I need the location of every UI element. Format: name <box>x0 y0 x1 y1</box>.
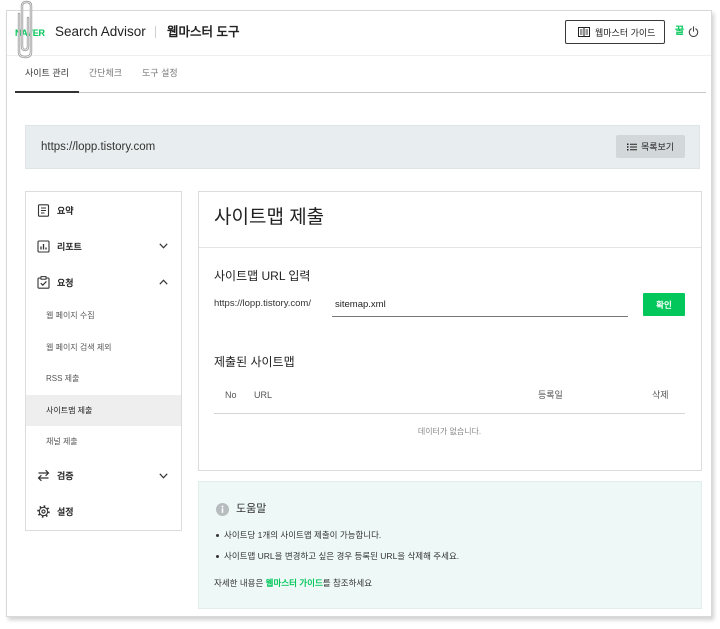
confirm-button[interactable]: 확인 <box>643 293 685 316</box>
help-footer-prefix: 자세한 내용은 <box>214 578 266 588</box>
column-header-url: URL <box>254 390 273 400</box>
user-badge[interactable]: 꿀 <box>675 26 684 37</box>
column-header-no: No <box>225 390 237 400</box>
column-header-registered-date: 등록일 <box>538 390 563 400</box>
tab-tool-settings[interactable]: 도구 설정 <box>132 59 188 93</box>
chart-icon <box>37 239 50 253</box>
site-bar: https://lopp.tistory.com 목록보기 <box>25 125 700 169</box>
site-url: https://lopp.tistory.com <box>41 141 156 153</box>
sidebar-subitem-channel-submit[interactable]: 채널 제출 <box>26 426 181 458</box>
help-footer-suffix: 를 참조하세요 <box>322 578 373 588</box>
info-icon <box>216 503 229 516</box>
column-header-delete: 삭제 <box>652 390 669 400</box>
tab-bar: 사이트 관리 간단체크 도구 설정 <box>15 59 188 93</box>
sitemap-url-section-title: 사이트맵 URL 입력 <box>214 269 311 283</box>
sidebar-item-summary[interactable]: 요약 <box>26 192 181 228</box>
guide-button-label: 웹마스터 가이드 <box>595 27 656 38</box>
sitemap-url-prefix: https://lopp.tistory.com/ <box>214 298 311 309</box>
help-footer: 자세한 내용은 웹마스터 가이드를 참조하세요 <box>214 577 372 590</box>
list-icon <box>626 143 637 151</box>
sidebar-subitem-rss-submit[interactable]: RSS 제출 <box>26 363 181 395</box>
sidebar-item-label: 설정 <box>57 507 74 517</box>
sidebar-subitem-sitemap-submit[interactable]: 사이트맵 제출 <box>26 394 181 426</box>
chevron-up-icon[interactable] <box>159 279 168 285</box>
help-bullet: 사이트맵 URL을 변경하고 싶은 경우 등록된 URL을 삭제해 주세요. <box>216 546 459 567</box>
sidebar-item-settings[interactable]: 설정 <box>26 494 181 530</box>
header-divider <box>155 26 156 38</box>
tab-site-management[interactable]: 사이트 관리 <box>15 59 79 93</box>
webmaster-guide-link[interactable]: 웹마스터 가이드 <box>266 578 323 588</box>
sidebar-item-label: 요약 <box>57 205 74 216</box>
chevron-down-icon[interactable] <box>159 243 168 249</box>
page-title: 사이트맵 제출 <box>214 207 325 228</box>
sidebar-item-request[interactable]: 요청 <box>26 264 181 300</box>
help-title: 도움말 <box>236 503 267 515</box>
webmaster-guide-button[interactable]: 웹마스터 가이드 <box>565 20 665 44</box>
checklist-icon <box>37 275 50 289</box>
power-icon[interactable] <box>688 26 699 37</box>
chevron-down-icon[interactable] <box>159 472 168 479</box>
help-panel: 도움말 사이트당 1개의 사이트맵 제출이 가능합니다. 사이트맵 URL을 변… <box>198 481 702 609</box>
book-icon <box>578 27 590 37</box>
table-empty-message: 데이터가 없습니다. <box>417 427 482 436</box>
gear-icon <box>37 505 50 518</box>
sidebar-item-report[interactable]: 리포트 <box>26 228 181 264</box>
document-icon <box>37 203 50 217</box>
arrows-icon <box>37 469 50 482</box>
sidebar-subitem-web-page-exclude[interactable]: 웹 페이지 검색 제외 <box>26 332 181 364</box>
sidebar-item-label: 리포트 <box>57 241 82 252</box>
sidebar: 요약 리포트 요청 웹 페이지 수집 웹 페이지 검색 제외 RSS 제출 사이… <box>25 191 182 531</box>
sitemap-url-input[interactable] <box>332 293 628 317</box>
list-button-label: 목록보기 <box>640 142 675 152</box>
tool-name: 웹마스터 도구 <box>167 25 240 39</box>
sitemap-submit-panel: 사이트맵 제출 사이트맵 URL 입력 https://lopp.tistory… <box>198 191 702 471</box>
title-divider <box>199 247 701 248</box>
help-bullet: 사이트당 1개의 사이트맵 제출이 가능합니다. <box>216 525 459 546</box>
tab-quick-check[interactable]: 간단체크 <box>79 59 132 93</box>
site-list-button[interactable]: 목록보기 <box>616 135 685 158</box>
submitted-sitemaps-title: 제출된 사이트맵 <box>214 355 295 369</box>
paper-clip-icon <box>12 0 40 60</box>
sidebar-item-label: 요청 <box>57 277 74 288</box>
table-header: No URL 등록일 삭제 <box>214 376 685 414</box>
submitted-sitemaps-table: No URL 등록일 삭제 데이터가 없습니다. <box>214 376 685 450</box>
app-name[interactable]: Search Advisor <box>55 24 146 40</box>
sidebar-item-label: 검증 <box>57 471 74 481</box>
sidebar-item-verify[interactable]: 검증 <box>26 458 181 494</box>
header-separator <box>7 55 711 56</box>
help-bullet-list: 사이트당 1개의 사이트맵 제출이 가능합니다. 사이트맵 URL을 변경하고 … <box>216 525 459 567</box>
sidebar-subitem-web-page-collect[interactable]: 웹 페이지 수집 <box>26 300 181 332</box>
